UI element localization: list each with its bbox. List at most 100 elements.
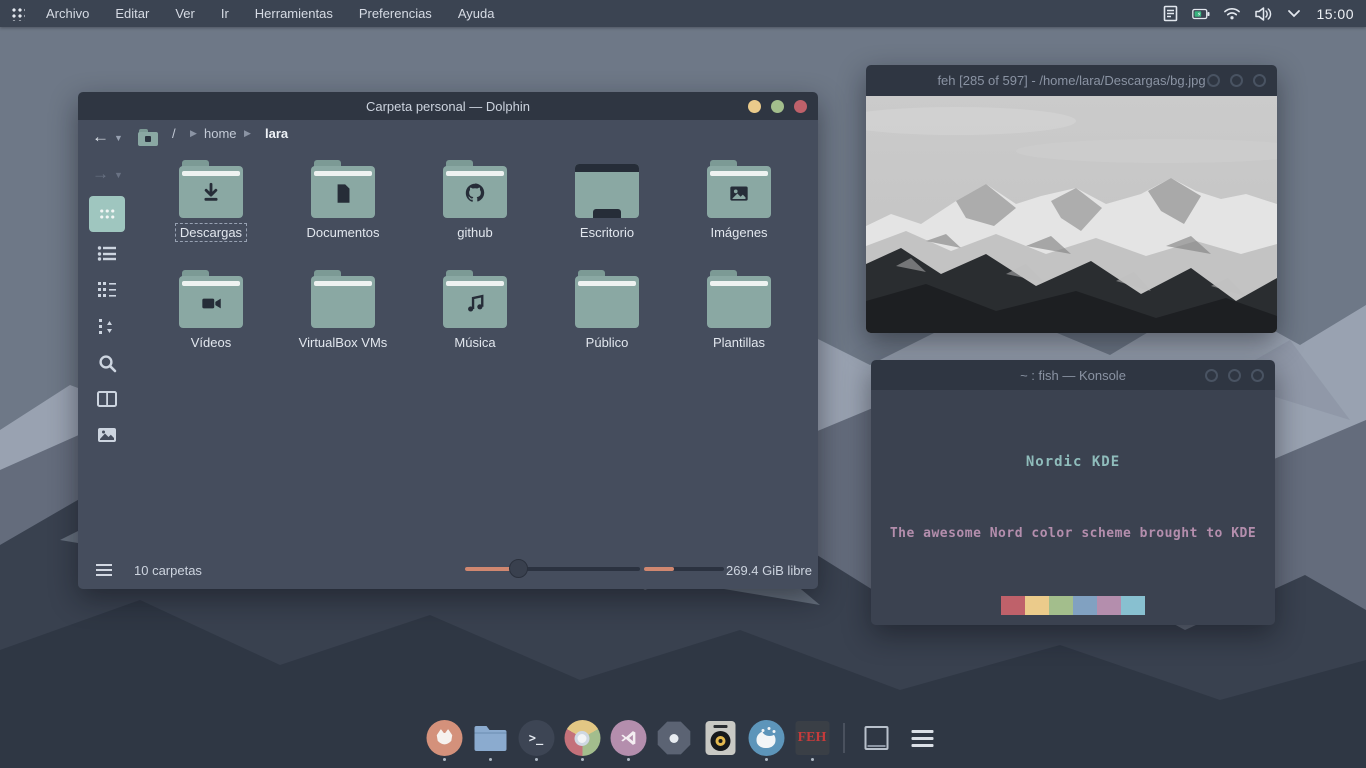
- dolphin-titlebar[interactable]: Carpeta personal — Dolphin: [78, 92, 818, 120]
- folder-label: Música: [450, 334, 499, 351]
- folder-count: 10 carpetas: [134, 563, 202, 578]
- menu-ver[interactable]: Ver: [175, 6, 195, 21]
- folder-item[interactable]: Vídeos: [145, 270, 277, 352]
- menu-ir[interactable]: Ir: [221, 6, 229, 21]
- konsole-titlebar[interactable]: ~ : fish — Konsole: [871, 360, 1275, 390]
- folder-item[interactable]: Descargas: [145, 160, 277, 242]
- close-button[interactable]: [1251, 369, 1264, 382]
- folder-item[interactable]: Escritorio: [541, 160, 673, 242]
- dolphin-statusbar: 10 carpetas 269.4 GiB libre: [78, 549, 818, 589]
- folder-icon-virtualbox: [311, 270, 375, 328]
- folder-icon-publico: [575, 270, 639, 328]
- list-view-icon[interactable]: [94, 240, 120, 266]
- folder-icon-imagenes: [707, 160, 771, 218]
- system-tray: 15:00: [1161, 5, 1366, 23]
- folder-label: Público: [582, 334, 633, 351]
- minimize-button[interactable]: [1207, 74, 1220, 87]
- folder-item[interactable]: Documentos: [277, 160, 409, 242]
- close-button[interactable]: [1253, 74, 1266, 87]
- folder-label: Documentos: [303, 224, 384, 241]
- night-app-icon[interactable]: [746, 714, 787, 762]
- folder-icon-videos: [179, 270, 243, 328]
- maximize-button[interactable]: [1230, 74, 1243, 87]
- forward-dropdown-icon[interactable]: ▼: [114, 170, 123, 180]
- top-panel: Archivo Editar Ver Ir Herramientas Prefe…: [0, 0, 1366, 27]
- folder-label: github: [453, 224, 496, 241]
- settings-gear-icon[interactable]: [654, 714, 695, 762]
- desktop: Archivo Editar Ver Ir Herramientas Prefe…: [0, 0, 1366, 768]
- global-menubar: Archivo Editar Ver Ir Herramientas Prefe…: [46, 6, 494, 21]
- preview-icon[interactable]: [94, 422, 120, 448]
- dock-menu-icon[interactable]: [902, 714, 943, 762]
- menu-archivo[interactable]: Archivo: [46, 6, 89, 21]
- breadcrumb-root[interactable]: /: [172, 126, 176, 141]
- konsole-window: ~ : fish — Konsole Nordic KDE The awesom…: [871, 360, 1275, 625]
- compact-view-icon[interactable]: [94, 276, 120, 302]
- app-launcher-icon[interactable]: [0, 6, 34, 21]
- media-speaker-icon[interactable]: [700, 714, 741, 762]
- clipboard-icon[interactable]: [1161, 5, 1179, 23]
- folder-item[interactable]: Plantillas: [673, 270, 805, 352]
- home-folder-icon[interactable]: [138, 129, 158, 146]
- feh-app-icon[interactable]: FEH: [792, 714, 833, 762]
- back-dropdown-icon[interactable]: ▼: [114, 133, 123, 143]
- terminal-heading: Nordic KDE: [871, 454, 1275, 470]
- clock[interactable]: 15:00: [1316, 6, 1354, 22]
- chromium-icon[interactable]: [562, 714, 603, 762]
- show-desktop-icon[interactable]: [856, 714, 897, 762]
- folder-item[interactable]: Público: [541, 270, 673, 352]
- folder-label: VirtualBox VMs: [295, 334, 392, 351]
- palette-swatch-yellow: [1025, 596, 1049, 615]
- menu-ayuda[interactable]: Ayuda: [458, 6, 495, 21]
- folder-item[interactable]: Música: [409, 270, 541, 352]
- vscode-icon[interactable]: [608, 714, 649, 762]
- file-manager-icon[interactable]: [470, 714, 511, 762]
- dolphin-window: Carpeta personal — Dolphin ← ▼ → ▼ / ▶ h…: [78, 92, 818, 589]
- maximize-button[interactable]: [1228, 369, 1241, 382]
- split-view-icon[interactable]: [94, 386, 120, 412]
- dolphin-title: Carpeta personal — Dolphin: [366, 99, 530, 114]
- search-icon[interactable]: [94, 350, 120, 376]
- breadcrumb-home[interactable]: home: [204, 126, 237, 141]
- zoom-slider[interactable]: [465, 567, 640, 571]
- feh-image-mountains: [866, 96, 1277, 333]
- minimize-button[interactable]: [748, 100, 761, 113]
- statusbar-menu-icon[interactable]: [96, 561, 112, 579]
- disk-usage-bar: [644, 567, 724, 571]
- forward-icon[interactable]: →: [92, 164, 109, 184]
- palette-swatch-cyan: [1121, 596, 1145, 615]
- battery-icon[interactable]: [1192, 5, 1210, 23]
- folder-item[interactable]: github: [409, 160, 541, 242]
- folder-label: Vídeos: [187, 334, 235, 351]
- menu-herramientas[interactable]: Herramientas: [255, 6, 333, 21]
- disk-usage-fill: [644, 567, 674, 571]
- dolphin-body: ← ▼ → ▼ / ▶ home ▶ lara: [78, 120, 818, 589]
- chevron-down-icon[interactable]: [1285, 5, 1303, 23]
- wifi-icon[interactable]: [1223, 5, 1241, 23]
- konsole-terminal[interactable]: Nordic KDE The awesome Nord color scheme…: [871, 390, 1275, 625]
- feh-titlebar[interactable]: feh [285 of 597] - /home/lara/Descargas/…: [866, 65, 1277, 96]
- menu-editar[interactable]: Editar: [115, 6, 149, 21]
- feh-title: feh [285 of 597] - /home/lara/Descargas/…: [937, 73, 1205, 88]
- breadcrumb-current[interactable]: lara: [265, 126, 288, 141]
- dock-divider: [844, 723, 845, 753]
- minimize-button[interactable]: [1205, 369, 1218, 382]
- maximize-button[interactable]: [771, 100, 784, 113]
- breadcrumb-chevron-icon: ▶: [244, 128, 251, 139]
- firefox-icon[interactable]: [424, 714, 465, 762]
- palette-swatch-purple: [1097, 596, 1121, 615]
- volume-icon[interactable]: [1254, 5, 1272, 23]
- icons-view-button[interactable]: [89, 196, 125, 232]
- zoom-slider-handle[interactable]: [509, 559, 528, 578]
- terminal-icon[interactable]: >_: [516, 714, 557, 762]
- feh-window: feh [285 of 597] - /home/lara/Descargas/…: [866, 65, 1277, 333]
- free-space-label: 269.4 GiB libre: [726, 563, 812, 578]
- color-palette: [1001, 596, 1145, 615]
- menu-preferencias[interactable]: Preferencias: [359, 6, 432, 21]
- folder-icon-plantillas: [707, 270, 771, 328]
- folder-item[interactable]: VirtualBox VMs: [277, 270, 409, 352]
- close-button[interactable]: [794, 100, 807, 113]
- back-icon[interactable]: ←: [92, 127, 109, 147]
- sort-icon[interactable]: [94, 314, 120, 340]
- folder-item[interactable]: Imágenes: [673, 160, 805, 242]
